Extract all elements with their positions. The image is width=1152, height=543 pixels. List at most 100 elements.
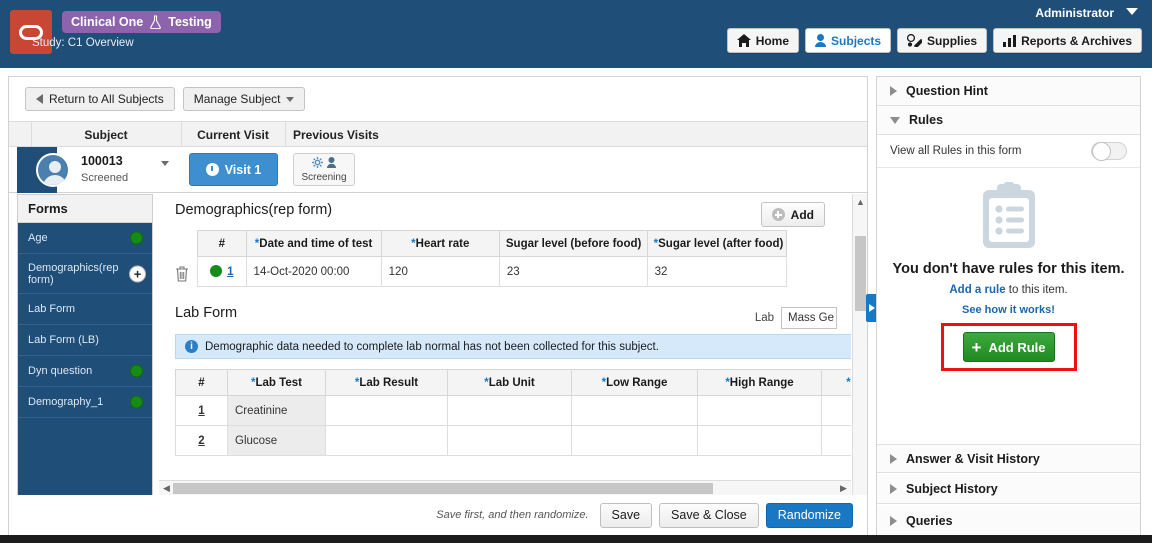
form-item-lab-form[interactable]: Lab Form [18, 294, 152, 325]
section-label: Queries [906, 513, 953, 528]
brand-name: Clinical One [71, 15, 144, 29]
table-header-row: # *Lab Test *Lab Result *Lab Unit *Low R… [175, 369, 851, 396]
info-icon: i [185, 340, 198, 353]
form-item-dyn-question[interactable]: Dyn question [18, 356, 152, 387]
form-item-lab-form-lb[interactable]: Lab Form (LB) [18, 325, 152, 356]
demographics-header: Demographics(rep form) Add [175, 202, 837, 230]
add-rule-highlight-annotation: + Add Rule [940, 323, 1077, 371]
randomize-button[interactable]: Randomize [765, 502, 853, 528]
demographics-title: Demographics(rep form) [175, 202, 333, 218]
nav-home-button[interactable]: Home [726, 28, 800, 53]
add-repeating-row-icon[interactable]: + [129, 265, 146, 282]
lab-info-banner: i Demographic data needed to complete la… [175, 334, 851, 359]
current-visit-button[interactable]: Visit 1 [189, 153, 278, 186]
view-all-rules-label: View all Rules in this form [890, 145, 1022, 157]
horizontal-scroll-thumb[interactable] [173, 483, 713, 494]
cell-high-range[interactable] [697, 395, 822, 426]
manage-subject-dropdown[interactable]: Manage Subject [182, 87, 306, 111]
clipboard-icon [887, 181, 1130, 253]
table-row[interactable]: 2 Glucose [175, 425, 851, 456]
cell-low-range[interactable] [571, 395, 698, 426]
form-item-label: Lab Form (LB) [28, 334, 99, 346]
cell-heart-rate[interactable]: 120 [380, 256, 500, 287]
status-dot-green [130, 364, 143, 378]
section-question-hint[interactable]: Question Hint [877, 77, 1140, 106]
subject-chevron-down-icon[interactable] [161, 161, 169, 166]
subject-id[interactable]: 100013 [81, 154, 123, 168]
cell-lab-result[interactable] [325, 395, 448, 426]
status-dot-green [130, 231, 143, 245]
form-item-age[interactable]: Age [18, 223, 152, 254]
section-rules[interactable]: Rules [877, 106, 1140, 135]
return-to-all-subjects-button[interactable]: Return to All Subjects [25, 87, 175, 111]
scroll-up-icon[interactable]: ▲ [853, 194, 868, 209]
form-item-demography-1[interactable]: Demography_1 [18, 387, 152, 418]
view-all-rules-toggle[interactable] [1091, 142, 1127, 161]
cell-sugar-before[interactable]: 23 [498, 256, 648, 287]
cell-row-number[interactable]: 2 [175, 425, 228, 456]
column-subject: Subject [84, 128, 128, 142]
lab-form-title: Lab Form [175, 305, 238, 321]
cell-truncated[interactable] [821, 395, 851, 426]
cell-high-range[interactable] [697, 425, 822, 456]
see-how-it-works-link[interactable]: See how it works! [962, 304, 1055, 316]
delete-row-icon[interactable] [175, 266, 189, 285]
add-row-button[interactable]: Add [760, 202, 825, 227]
add-rule-suffix: to this item. [1005, 284, 1068, 296]
content-vertical-scrollbar[interactable]: ▲ ▼ [852, 194, 867, 520]
add-rule-button[interactable]: + Add Rule [962, 332, 1055, 362]
user-menu-label[interactable]: Administrator [1035, 6, 1114, 20]
toggle-knob [1092, 142, 1111, 161]
nav-subjects-button[interactable]: Subjects [805, 28, 892, 53]
previous-visit-screening[interactable]: Screening [293, 153, 355, 186]
cell-lab-unit[interactable] [447, 395, 572, 426]
scroll-right-icon[interactable]: ▶ [836, 481, 851, 496]
demographics-table-wrap: # *Date and time of test *Heart rate Sug… [175, 230, 795, 287]
section-answer-visit-history[interactable]: Answer & Visit History [877, 444, 1140, 473]
form-content-area: Demographics(rep form) Add # *Date and t… [159, 194, 851, 520]
cell-date-time[interactable]: 14-Oct-2020 00:00 [245, 256, 382, 287]
cell-lab-result[interactable] [325, 425, 448, 456]
form-item-label: Lab Form [28, 303, 76, 315]
environment-name: Testing [168, 15, 212, 29]
form-item-label: Demographics(rep form) [28, 261, 119, 286]
lab-select-dropdown[interactable]: Mass Ge [781, 307, 837, 329]
save-and-close-button[interactable]: Save & Close [659, 502, 759, 528]
return-label: Return to All Subjects [49, 92, 164, 106]
form-item-demographics-rep-form[interactable]: Demographics(rep form) + [18, 254, 152, 294]
cell-sugar-after[interactable]: 32 [646, 256, 788, 287]
nav-supplies-label: Supplies [927, 33, 978, 48]
user-icon [815, 34, 827, 47]
column-previous-visits: Previous Visits [293, 128, 379, 142]
lab-form-header: Lab Form Lab Mass Ge [175, 305, 837, 329]
previous-visit-label: Screening [301, 171, 347, 183]
section-label: Rules [909, 113, 944, 127]
brand-environment-badge: Clinical One Testing [62, 11, 221, 33]
cell-row-number[interactable]: 1 [175, 395, 228, 426]
status-dot-green [130, 395, 143, 409]
cell-row-number[interactable]: 1 [197, 256, 247, 287]
add-a-rule-link[interactable]: Add a rule [949, 284, 1005, 296]
nav-reports-button[interactable]: Reports & Archives [993, 28, 1142, 53]
section-queries[interactable]: Queries [877, 506, 1140, 535]
lab-table-horizontal-scrollbar[interactable]: ◀ ▶ [159, 480, 851, 495]
vertical-scroll-thumb[interactable] [855, 236, 866, 311]
chevron-down-icon[interactable] [1126, 8, 1138, 15]
table-row[interactable]: 1 14-Oct-2020 00:00 120 23 32 [197, 256, 788, 287]
nav-supplies-button[interactable]: Supplies [897, 28, 988, 53]
section-subject-history[interactable]: Subject History [877, 475, 1140, 504]
cell-low-range[interactable] [571, 425, 698, 456]
cell-lab-unit[interactable] [447, 425, 572, 456]
section-label: Subject History [906, 482, 998, 496]
bar-chart-icon [1003, 34, 1017, 47]
save-button[interactable]: Save [599, 502, 653, 528]
how-it-works-row: See how it works! [887, 302, 1130, 316]
col-lab-result: *Lab Result [325, 369, 448, 396]
scroll-left-icon[interactable]: ◀ [159, 481, 174, 496]
nav-home-label: Home [755, 33, 790, 48]
info-message: Demographic data needed to complete lab … [205, 340, 659, 353]
nav-reports-label: Reports & Archives [1021, 33, 1132, 48]
col-truncated: * [821, 369, 851, 396]
cell-truncated[interactable] [821, 425, 851, 456]
table-row[interactable]: 1 Creatinine [175, 395, 851, 426]
